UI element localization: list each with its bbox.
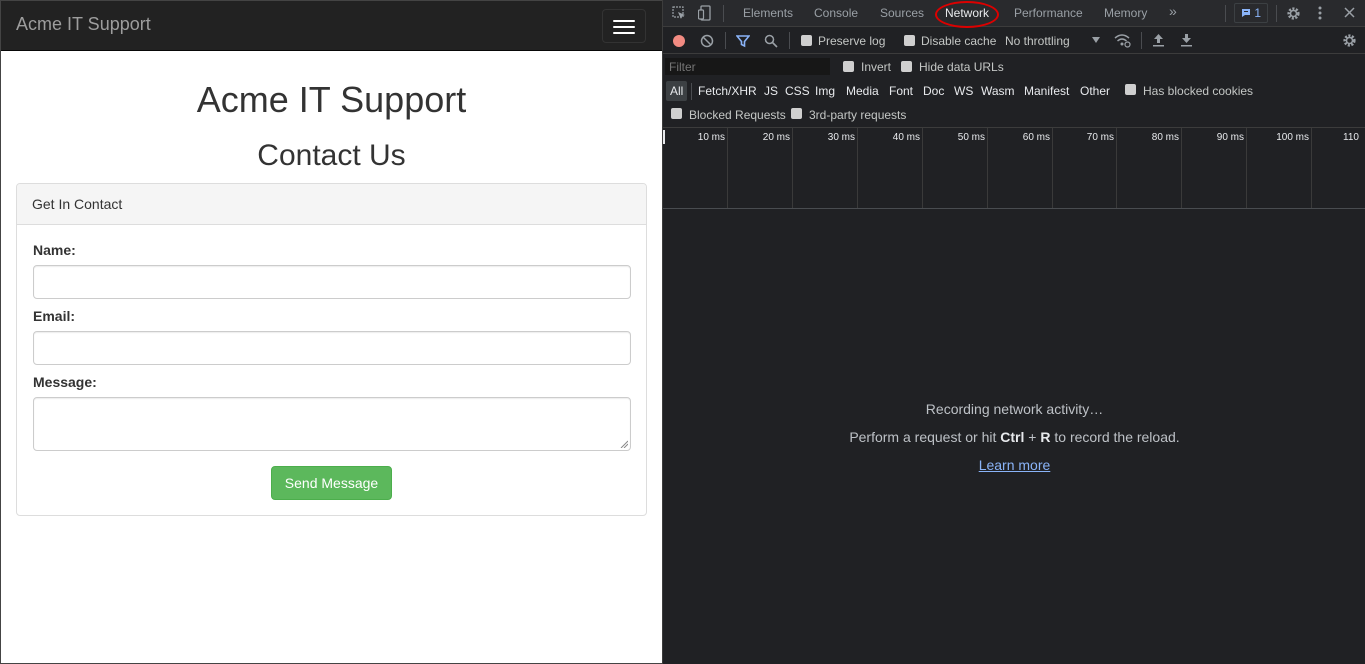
tab-memory[interactable]: Memory bbox=[1104, 6, 1147, 20]
preserve-log-checkbox[interactable] bbox=[801, 35, 812, 46]
clear-icon[interactable] bbox=[700, 34, 714, 48]
contact-panel: Get In Contact Name: Email: Message: Sen… bbox=[16, 183, 647, 516]
timeline-tick-label: 40 ms bbox=[892, 132, 920, 143]
timeline-tick-label: 110 bbox=[1343, 132, 1359, 143]
search-icon[interactable] bbox=[764, 34, 778, 48]
navbar: Acme IT Support bbox=[1, 1, 662, 51]
type-filter-js[interactable]: JS bbox=[764, 84, 778, 98]
type-filter-media[interactable]: Media bbox=[846, 84, 879, 98]
export-har-icon[interactable] bbox=[1180, 33, 1193, 47]
tab-performance[interactable]: Performance bbox=[1014, 6, 1083, 20]
timeline-tick-label: 70 ms bbox=[1086, 132, 1114, 143]
has-blocked-cookies-checkbox[interactable] bbox=[1125, 84, 1136, 95]
hide-data-urls-checkbox[interactable] bbox=[901, 61, 912, 72]
blocked-requests-checkbox[interactable] bbox=[671, 108, 682, 119]
email-label: Email: bbox=[33, 308, 76, 324]
blocked-filters-row: Blocked Requests 3rd-party requests bbox=[663, 104, 1365, 126]
message-textarea[interactable] bbox=[33, 397, 631, 451]
message-icon bbox=[1242, 9, 1250, 17]
settings-gear-icon[interactable] bbox=[1286, 6, 1301, 21]
devtools-tabbar: Elements Console Sources Network Perform… bbox=[663, 0, 1365, 28]
type-filter-wasm[interactable]: Wasm bbox=[981, 84, 1015, 98]
type-filter-css[interactable]: CSS bbox=[785, 84, 810, 98]
issues-count: 1 bbox=[1254, 6, 1262, 20]
invert-checkbox[interactable] bbox=[843, 61, 854, 72]
timeline-tick-label: 20 ms bbox=[762, 132, 790, 143]
chevron-down-icon[interactable] bbox=[1092, 37, 1100, 43]
resource-type-filters: All Fetch/XHR JS CSS Img Media Font Doc … bbox=[663, 80, 1365, 102]
invert-label: Invert bbox=[861, 60, 892, 74]
preserve-log-label: Preserve log bbox=[818, 34, 886, 48]
tab-elements[interactable]: Elements bbox=[743, 6, 793, 20]
tab-console[interactable]: Console bbox=[814, 6, 858, 20]
more-options-icon[interactable] bbox=[1318, 6, 1322, 20]
type-filter-all[interactable]: All bbox=[666, 81, 688, 101]
timeline-tick-label: 90 ms bbox=[1216, 132, 1244, 143]
section-title: Contact Us bbox=[257, 139, 406, 172]
timeline-handle[interactable] bbox=[663, 130, 665, 144]
email-input[interactable] bbox=[33, 331, 631, 365]
empty-state: Recording network activity… Perform a re… bbox=[663, 401, 1365, 473]
tab-sources[interactable]: Sources bbox=[880, 6, 924, 20]
panel-heading: Get In Contact bbox=[17, 184, 646, 225]
r-key: R bbox=[1040, 429, 1051, 445]
more-tabs-icon[interactable]: » bbox=[1169, 3, 1177, 19]
reload-hint: Perform a request or hit Ctrl + R to rec… bbox=[849, 429, 1180, 445]
has-blocked-cookies-label: Has blocked cookies bbox=[1143, 84, 1254, 98]
inspect-element-icon[interactable] bbox=[672, 6, 686, 20]
menu-toggle-button[interactable] bbox=[602, 9, 646, 43]
timeline-tick-label: 30 ms bbox=[827, 132, 855, 143]
import-har-icon[interactable] bbox=[1152, 33, 1165, 47]
type-filter-fetch-xhr[interactable]: Fetch/XHR bbox=[698, 84, 757, 98]
network-conditions-icon[interactable] bbox=[1114, 33, 1131, 48]
send-message-button[interactable]: Send Message bbox=[271, 466, 392, 500]
timeline-tick-label: 50 ms bbox=[957, 132, 985, 143]
timeline-tick-label: 60 ms bbox=[1022, 132, 1050, 143]
type-filter-manifest[interactable]: Manifest bbox=[1024, 84, 1069, 98]
site-title: Acme IT Support bbox=[196, 79, 467, 120]
filter-input[interactable] bbox=[665, 58, 830, 75]
network-toolbar: Preserve log Disable cache No throttling bbox=[663, 28, 1365, 54]
navbar-brand[interactable]: Acme IT Support bbox=[16, 14, 151, 35]
network-tab-highlight-circle bbox=[935, 1, 999, 28]
hamburger-icon bbox=[613, 20, 635, 22]
timeline-tick-label: 100 ms bbox=[1276, 132, 1309, 143]
disable-cache-label: Disable cache bbox=[921, 34, 997, 48]
timeline-tick-label: 80 ms bbox=[1151, 132, 1179, 143]
disable-cache-checkbox[interactable] bbox=[904, 35, 915, 46]
third-party-requests-label: 3rd-party requests bbox=[809, 108, 907, 122]
type-filter-font[interactable]: Font bbox=[889, 84, 913, 98]
type-filter-img[interactable]: Img bbox=[815, 84, 835, 98]
timeline-tick-label: 10 ms bbox=[697, 132, 725, 143]
device-toolbar-icon[interactable] bbox=[698, 5, 712, 21]
name-input[interactable] bbox=[33, 265, 631, 299]
record-icon[interactable] bbox=[672, 34, 686, 48]
web-page: Acme IT Support Acme IT Support Contact … bbox=[0, 0, 662, 664]
type-filter-doc[interactable]: Doc bbox=[923, 84, 944, 98]
name-label: Name: bbox=[33, 242, 76, 258]
recording-message: Recording network activity… bbox=[925, 401, 1104, 417]
type-filter-other[interactable]: Other bbox=[1080, 84, 1110, 98]
message-label: Message: bbox=[33, 374, 97, 390]
hide-data-urls-label: Hide data URLs bbox=[919, 60, 1004, 74]
blocked-requests-label: Blocked Requests bbox=[689, 108, 786, 122]
filter-row: Invert Hide data URLs bbox=[663, 55, 1365, 79]
type-filter-ws[interactable]: WS bbox=[954, 84, 973, 98]
throttling-select[interactable]: No throttling bbox=[1005, 34, 1070, 48]
devtools-panel: Elements Console Sources Network Perform… bbox=[662, 0, 1365, 664]
filter-icon[interactable] bbox=[736, 34, 750, 48]
issues-badge[interactable]: 1 bbox=[1234, 3, 1268, 23]
learn-more-link[interactable]: Learn more bbox=[979, 457, 1051, 473]
close-icon[interactable] bbox=[1344, 7, 1355, 18]
network-timeline-overview[interactable]: 10 ms 20 ms 30 ms 40 ms 50 ms 60 ms 70 m… bbox=[663, 127, 1365, 209]
network-settings-gear-icon[interactable] bbox=[1342, 33, 1357, 48]
ctrl-key: Ctrl bbox=[1000, 429, 1025, 445]
third-party-requests-checkbox[interactable] bbox=[791, 108, 802, 119]
resize-grip-icon[interactable] bbox=[620, 440, 628, 448]
